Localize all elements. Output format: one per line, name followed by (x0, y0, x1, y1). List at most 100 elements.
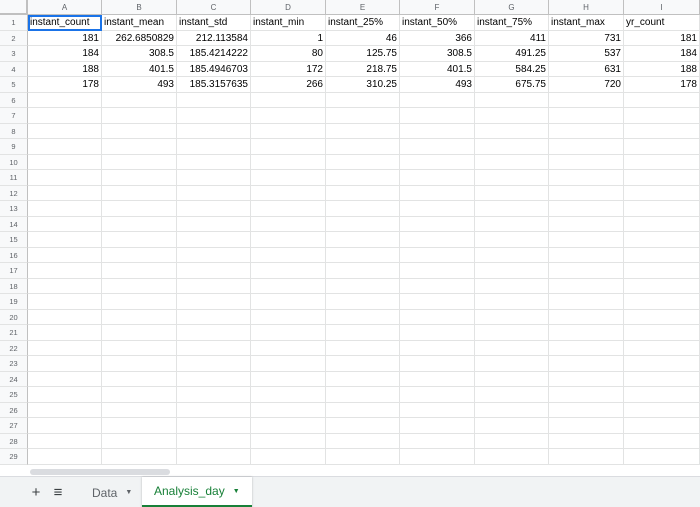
row-header[interactable]: 27 (0, 418, 28, 434)
cell-a5[interactable]: 178 (28, 77, 102, 93)
caret-down-icon[interactable]: ▼ (233, 488, 240, 495)
cell-a16[interactable] (28, 247, 102, 263)
cell-e11[interactable] (326, 170, 400, 186)
cell-a25[interactable] (28, 387, 102, 403)
cell-a27[interactable] (28, 418, 102, 434)
cell-d21[interactable] (251, 325, 326, 341)
cell-a28[interactable] (28, 433, 102, 449)
cell-i3[interactable]: 184 (624, 46, 700, 62)
cell-f21[interactable] (400, 325, 475, 341)
cell-c22[interactable] (177, 340, 251, 356)
all-sheets-button[interactable]: ≡ (48, 477, 68, 507)
cell-f29[interactable] (400, 449, 475, 465)
cell-b20[interactable] (102, 309, 177, 325)
cell-h1[interactable]: instant_max (549, 15, 624, 31)
cell-d5[interactable]: 266 (251, 77, 326, 93)
cell-c26[interactable] (177, 402, 251, 418)
cell-e26[interactable] (326, 402, 400, 418)
cell-g27[interactable] (475, 418, 549, 434)
cell-a26[interactable] (28, 402, 102, 418)
cell-i23[interactable] (624, 356, 700, 372)
cell-g11[interactable] (475, 170, 549, 186)
cell-f22[interactable] (400, 340, 475, 356)
cell-b16[interactable] (102, 247, 177, 263)
cell-e12[interactable] (326, 185, 400, 201)
cell-c21[interactable] (177, 325, 251, 341)
cell-d28[interactable] (251, 433, 326, 449)
cell-h19[interactable] (549, 294, 624, 310)
cell-h21[interactable] (549, 325, 624, 341)
cell-b14[interactable] (102, 216, 177, 232)
cell-b12[interactable] (102, 185, 177, 201)
cell-d19[interactable] (251, 294, 326, 310)
cell-i27[interactable] (624, 418, 700, 434)
cell-b7[interactable] (102, 108, 177, 124)
cell-g2[interactable]: 411 (475, 30, 549, 46)
cell-c14[interactable] (177, 216, 251, 232)
cell-c25[interactable] (177, 387, 251, 403)
row-header[interactable]: 17 (0, 263, 28, 279)
cell-b2[interactable]: 262.6850829 (102, 30, 177, 46)
cell-f26[interactable] (400, 402, 475, 418)
select-all-corner[interactable] (0, 0, 28, 15)
cell-i9[interactable] (624, 139, 700, 155)
cell-f25[interactable] (400, 387, 475, 403)
cell-h15[interactable] (549, 232, 624, 248)
cell-h29[interactable] (549, 449, 624, 465)
cell-i5[interactable]: 178 (624, 77, 700, 93)
cell-i24[interactable] (624, 371, 700, 387)
cell-b8[interactable] (102, 123, 177, 139)
row-header[interactable]: 5 (0, 77, 28, 93)
cell-e1[interactable]: instant_25% (326, 15, 400, 31)
cell-h23[interactable] (549, 356, 624, 372)
cell-f9[interactable] (400, 139, 475, 155)
row-header[interactable]: 2 (0, 30, 28, 46)
cell-g17[interactable] (475, 263, 549, 279)
cell-a20[interactable] (28, 309, 102, 325)
cell-g29[interactable] (475, 449, 549, 465)
cell-d23[interactable] (251, 356, 326, 372)
cell-g19[interactable] (475, 294, 549, 310)
cell-e10[interactable] (326, 154, 400, 170)
cell-b27[interactable] (102, 418, 177, 434)
cell-g3[interactable]: 491.25 (475, 46, 549, 62)
cell-g23[interactable] (475, 356, 549, 372)
cell-h26[interactable] (549, 402, 624, 418)
cell-i6[interactable] (624, 92, 700, 108)
row-header[interactable]: 24 (0, 371, 28, 387)
cell-c15[interactable] (177, 232, 251, 248)
cell-i10[interactable] (624, 154, 700, 170)
column-header-e[interactable]: E (326, 0, 400, 15)
cell-i18[interactable] (624, 278, 700, 294)
cell-i13[interactable] (624, 201, 700, 217)
cell-a21[interactable] (28, 325, 102, 341)
cell-d16[interactable] (251, 247, 326, 263)
cell-g28[interactable] (475, 433, 549, 449)
cell-f24[interactable] (400, 371, 475, 387)
cell-f10[interactable] (400, 154, 475, 170)
cell-f17[interactable] (400, 263, 475, 279)
cell-b5[interactable]: 493 (102, 77, 177, 93)
cell-i12[interactable] (624, 185, 700, 201)
cell-e22[interactable] (326, 340, 400, 356)
cell-c20[interactable] (177, 309, 251, 325)
cell-g10[interactable] (475, 154, 549, 170)
cell-h22[interactable] (549, 340, 624, 356)
cell-e17[interactable] (326, 263, 400, 279)
cell-c8[interactable] (177, 123, 251, 139)
cell-c6[interactable] (177, 92, 251, 108)
cell-e21[interactable] (326, 325, 400, 341)
cell-g8[interactable] (475, 123, 549, 139)
cell-i1[interactable]: yr_count (624, 15, 700, 31)
cell-a12[interactable] (28, 185, 102, 201)
cell-a18[interactable] (28, 278, 102, 294)
cell-e4[interactable]: 218.75 (326, 61, 400, 77)
cell-f3[interactable]: 308.5 (400, 46, 475, 62)
cell-f5[interactable]: 493 (400, 77, 475, 93)
sheet-tab-data[interactable]: Data ▼ (80, 477, 144, 507)
cell-e24[interactable] (326, 371, 400, 387)
column-header-g[interactable]: G (475, 0, 549, 15)
cell-a4[interactable]: 188 (28, 61, 102, 77)
cell-d7[interactable] (251, 108, 326, 124)
cell-c5[interactable]: 185.3157635 (177, 77, 251, 93)
